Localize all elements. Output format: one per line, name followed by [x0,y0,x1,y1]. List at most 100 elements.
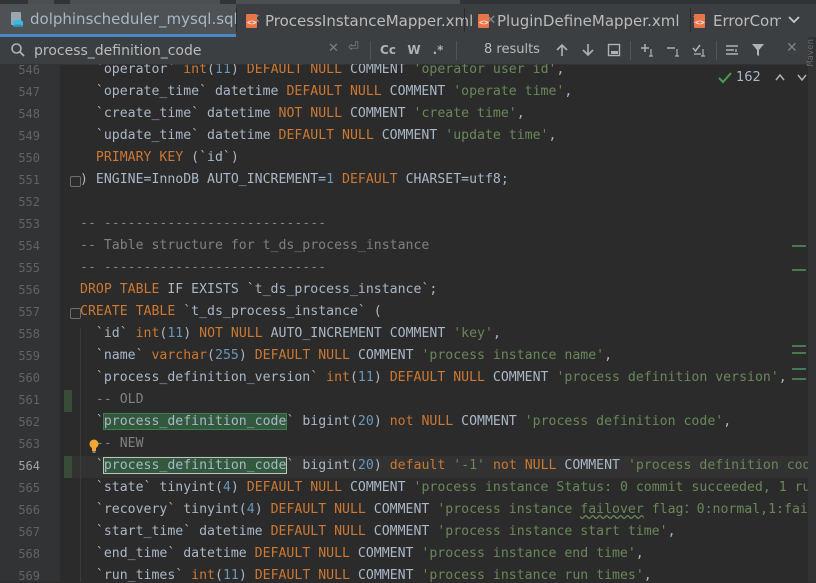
code-token: ) [183,326,200,341]
code-token: 11 [222,568,239,582]
regex-button[interactable]: .* [428,40,448,60]
code-line[interactable]: `process_definition_code` bigint(20) def… [80,455,808,477]
error-stripe-mark[interactable] [792,269,806,271]
filter-button[interactable] [748,40,768,60]
previous-occurrence-button[interactable] [552,40,572,60]
error-stripe-mark[interactable] [792,368,806,370]
chevron-up-icon[interactable] [775,74,785,81]
code-line[interactable]: DROP TABLE IF EXISTS `t_ds_process_insta… [80,279,437,301]
code-token: DEFAULT NULL [254,568,350,582]
chevron-down-icon [788,16,800,24]
next-occurrence-button[interactable] [578,40,598,60]
close-find-icon[interactable]: ✕ [786,40,798,56]
code-line[interactable]: CREATE TABLE `t_ds_process_instance` ( [80,301,382,323]
tab-processinstancemapper-xml[interactable]: <> ProcessInstanceMapper.xml ✕ [237,4,496,37]
code-line[interactable]: ) ENGINE=InnoDB AUTO_INCREMENT=1 DEFAULT… [80,169,509,191]
tab-plugindefinemapper-xml[interactable]: <> PluginDefineMapper.xml ✕ [465,4,702,37]
tab-label: ProcessInstanceMapper.xml [265,11,474,30]
add-occurrence-button[interactable] [638,40,658,60]
svg-text:<>: <> [247,18,257,27]
tab-errorcom[interactable]: <> ErrorCom [691,4,781,37]
code-token: COMMENT [453,414,525,429]
code-line[interactable]: `start_time` datetime DEFAULT NULL COMME… [80,521,676,543]
remove-caret-icon [667,47,679,57]
add-caret-icon [641,44,653,57]
sql-file-icon [10,11,24,28]
vcs-change-marker[interactable] [64,390,72,412]
tab-list-dropdown[interactable] [783,9,805,31]
code-line[interactable]: `recovery` tinyint(4) DEFAULT NULL COMME… [80,499,808,521]
xml-file-icon: <> [477,13,491,29]
open-in-window-button[interactable] [722,40,742,60]
code-token: 'process instance Status: 0 commit succe… [413,480,808,495]
match-case-button[interactable]: Cc [378,40,398,60]
code-line[interactable]: PRIMARY KEY (`id`) [80,147,239,169]
code-line[interactable]: -- OLD [80,389,144,411]
error-stripe-mark[interactable] [792,352,806,354]
error-stripe-mark[interactable] [792,378,806,380]
code-line[interactable]: `operator` int(11) DEFAULT NULL COMMENT … [80,64,565,81]
code-line[interactable]: -- ---------------------------- [80,257,326,279]
code-token: , [564,84,573,99]
code-token: `state` tinyint( [80,480,223,495]
code-token: ( [207,348,215,363]
line-number: 556 [18,283,40,297]
code-token: , [604,348,613,363]
lines-icon [726,45,738,55]
tab-label: PluginDefineMapper.xml [497,11,680,30]
code-token: (`id`) [183,150,239,165]
line-number: 547 [18,85,40,99]
new-line-icon[interactable]: ⏎ [348,40,359,55]
arrow-down-icon [582,44,594,57]
remove-occurrence-button[interactable] [664,40,684,60]
code-line[interactable]: `create_time` datetime NOT NULL COMMENT … [80,103,525,125]
code-token: PRIMARY KEY [80,150,184,165]
code-token: COMMENT [349,546,422,561]
code-line[interactable]: `id` int(11) NOT NULL AUTO_INCREMENT COM… [80,323,501,345]
search-icon[interactable] [10,42,26,58]
code-token: int [326,370,350,385]
code-line[interactable]: `process_definition_code` bigint(20) not… [80,411,731,433]
code-token: COMMENT [342,64,414,77]
code-line[interactable]: `operate_time` datetime DEFAULT NULL COM… [80,81,572,103]
tab-label: dolphinscheduler_mysql.sql [30,10,238,28]
code-token: 'operate time' [453,84,565,99]
code-line[interactable]: `process_definition_version` int(11) DEF… [80,367,787,389]
code-token: 'process definition version' [556,370,779,385]
inspections-widget[interactable]: 162 [718,70,807,85]
clear-search-icon[interactable]: ✕ [328,41,339,56]
code-line[interactable]: `update_time` datetime DEFAULT NULL COMM… [80,125,557,147]
code-token: DEFAULT NULL [254,546,350,561]
error-stripe-mark[interactable] [792,245,806,247]
select-all-occurrences-button[interactable] [604,40,624,60]
chevron-down-icon[interactable] [797,74,807,81]
lightbulb-icon[interactable] [88,439,100,453]
error-stripe-mark[interactable] [792,345,806,347]
line-number: 554 [18,239,40,253]
code-line[interactable]: `name` varchar(255) DEFAULT NULL COMMENT… [80,345,612,367]
line-number: 569 [18,569,40,583]
words-button[interactable]: W [404,40,424,60]
code-line[interactable]: `state` tinyint(4) DEFAULT NULL COMMENT … [80,477,808,499]
code-token: DEFAULT NULL [278,128,374,143]
code-line[interactable]: `end_time` datetime DEFAULT NULL COMMENT… [80,543,644,565]
code-token: , [492,326,501,341]
search-input[interactable] [32,40,326,62]
code-token: ( [349,370,358,385]
code-editor[interactable]: `operator` int(11) DEFAULT NULL COMMENT … [72,64,808,582]
tab-dolphinscheduler-mysql-sql[interactable]: dolphinscheduler_mysql.sql ✕ [0,4,261,37]
code-token: ) [373,370,390,385]
code-line[interactable]: -- ---------------------------- [80,213,326,235]
code-line[interactable]: `run_times` int(11) DEFAULT NULL COMMENT… [80,565,652,582]
toggle-selection-button[interactable] [690,40,710,60]
vcs-change-marker[interactable] [64,456,72,478]
line-number: 567 [18,525,40,539]
code-line[interactable]: -- Table structure for t_ds_process_inst… [80,235,429,257]
code-token: COMMENT [342,480,414,495]
code-token: 'process instance name' [421,348,605,363]
line-number: 561 [18,393,40,407]
svg-text:<>: <> [479,18,489,27]
code-token: int [183,64,208,77]
line-number: 552 [18,195,40,209]
maven-tool-window-label[interactable]: Maven [806,39,816,66]
